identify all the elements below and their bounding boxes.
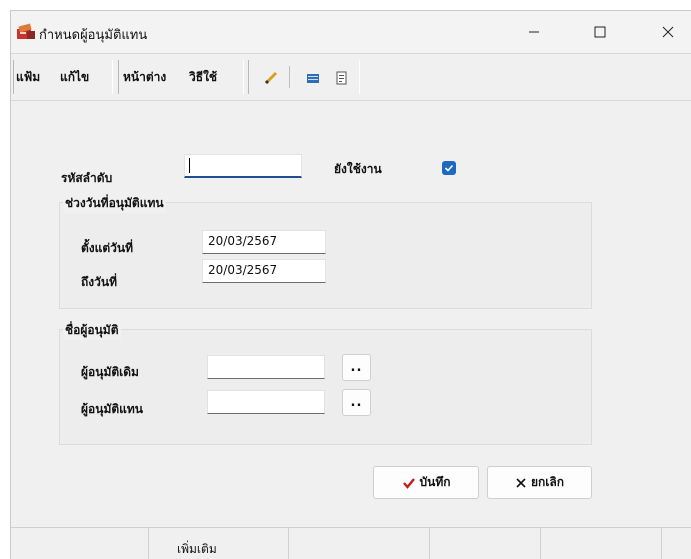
status-cell xyxy=(289,528,430,559)
approver-group xyxy=(59,329,592,445)
minimize-button[interactable] xyxy=(511,11,557,53)
menu-bar: แฟ้ม แก้ไข หน้าต่าง วิธีใช้ xyxy=(11,53,691,101)
to-date-label: ถึงวันที่ xyxy=(81,275,117,289)
code-label: รหัสลำดับ xyxy=(61,171,113,185)
status-cell xyxy=(11,528,149,559)
substitute-approver-input[interactable] xyxy=(207,390,325,414)
text-caret xyxy=(189,158,190,173)
save-label: บันทึก xyxy=(419,475,451,489)
date-range-group xyxy=(59,202,592,309)
from-date-value: 20/03/2567 xyxy=(208,234,278,248)
toolbar xyxy=(248,60,360,94)
substitute-approver-browse-button[interactable]: .. xyxy=(342,389,371,416)
cancel-label: ยกเลิก xyxy=(530,475,565,489)
to-date-input[interactable]: 20/03/2567 xyxy=(202,259,326,283)
menu-item-help[interactable]: วิธีใช้ xyxy=(189,68,217,87)
save-button[interactable]: บันทึก xyxy=(373,466,479,499)
minimize-icon xyxy=(529,31,539,33)
browse-label: .. xyxy=(350,360,363,375)
status-cell xyxy=(430,528,541,559)
x-icon xyxy=(516,477,526,488)
status-cell xyxy=(662,528,691,559)
menu-group-file-edit: แฟ้ม แก้ไข xyxy=(13,60,113,94)
active-label: ยังใช้งาน xyxy=(334,162,382,176)
close-button[interactable] xyxy=(645,11,691,53)
app-icon xyxy=(17,23,35,39)
table-icon[interactable] xyxy=(305,70,321,86)
substitute-approver-label: ผู้อนุมัติแทน xyxy=(81,402,143,416)
from-date-label: ตั้งแต่วันที่ xyxy=(81,241,134,255)
status-cell xyxy=(541,528,662,559)
date-range-title: ช่วงวันที่อนุมัติแทน xyxy=(63,194,166,213)
from-date-input[interactable]: 20/03/2567 xyxy=(202,230,326,254)
original-approver-browse-button[interactable]: .. xyxy=(342,354,371,381)
window-title: กำหนดผู้อนุมัติแทน xyxy=(39,28,148,43)
document-icon[interactable] xyxy=(333,70,349,86)
menu-item-edit[interactable]: แก้ไข xyxy=(60,68,89,87)
status-more-text: เพิ่มเติม xyxy=(177,542,217,556)
cancel-button[interactable]: ยกเลิก xyxy=(487,466,592,499)
menu-item-window[interactable]: หน้าต่าง xyxy=(123,68,166,87)
close-icon xyxy=(662,26,674,38)
status-bar: เพิ่มเติม xyxy=(11,527,691,559)
active-checkbox[interactable] xyxy=(442,161,456,175)
original-approver-input[interactable] xyxy=(207,355,325,379)
menu-item-file[interactable]: แฟ้ม xyxy=(16,68,40,87)
check-icon xyxy=(444,164,454,172)
checkmark-icon xyxy=(402,477,415,489)
dialog-window: กำหนดผู้อนุมัติแทน แฟ้ม แก้ไข หน้าต่าง ว… xyxy=(10,10,691,559)
title-bar: กำหนดผู้อนุมัติแทน xyxy=(11,11,691,53)
maximize-icon xyxy=(594,26,606,38)
original-approver-label: ผู้อนุมัติเดิม xyxy=(81,365,139,379)
maximize-button[interactable] xyxy=(577,11,623,53)
status-cell-more: เพิ่มเติม xyxy=(149,528,289,559)
browse-label: .. xyxy=(350,395,363,410)
approver-title: ชื่อผู้อนุมัติ xyxy=(63,321,121,340)
code-input[interactable] xyxy=(184,154,302,178)
to-date-value: 20/03/2567 xyxy=(208,263,278,277)
edit-icon[interactable] xyxy=(263,70,279,86)
menu-group-window-help: หน้าต่าง วิธีใช้ xyxy=(118,60,244,94)
